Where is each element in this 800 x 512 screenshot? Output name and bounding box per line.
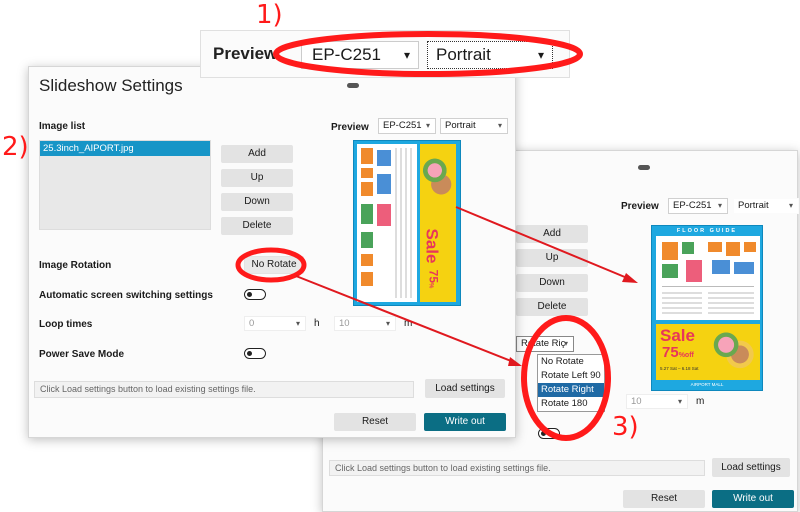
- add-button[interactable]: Add: [516, 225, 588, 243]
- rotation-select-value: Rotate Riç: [521, 338, 566, 349]
- rotation-option[interactable]: Rotate Left 90: [538, 369, 604, 383]
- orientation-select[interactable]: Portrait ▾: [733, 198, 799, 214]
- rotation-option[interactable]: Rotate 180: [538, 397, 604, 411]
- chevron-down-icon: ▾: [497, 121, 502, 130]
- window-title: Slideshow Settings: [39, 76, 183, 95]
- poster-map: [656, 236, 760, 320]
- device-select[interactable]: EP-C251 ▾: [378, 118, 436, 134]
- chevron-down-icon: ▾: [403, 48, 410, 62]
- chevron-down-icon: ▾: [717, 201, 722, 210]
- chevron-down-icon: ▾: [537, 48, 544, 62]
- slideshow-window: Slideshow Settings Image list 25.3inch_A…: [28, 66, 516, 438]
- write-out-button[interactable]: Write out: [424, 413, 506, 431]
- down-button[interactable]: Down: [516, 274, 588, 292]
- down-button[interactable]: Down: [221, 193, 293, 211]
- up-button[interactable]: Up: [221, 169, 293, 187]
- chevron-down-icon: ▾: [788, 201, 793, 210]
- chevron-down-icon: ▾: [295, 319, 300, 328]
- loop-minutes-select[interactable]: 10 ▾: [626, 394, 688, 409]
- poster-sale-panel: Sale 75%: [420, 144, 456, 302]
- poster-footer: AIRPORT MALL: [690, 382, 724, 387]
- preview-label: Preview: [331, 122, 369, 133]
- flower-photo: [710, 328, 756, 376]
- rotation-option-selected[interactable]: Rotate Right 90: [538, 383, 604, 409]
- power-save-toggle[interactable]: [244, 348, 266, 359]
- sale-dates: 5.27 Sat – 6.18 Sat: [660, 366, 699, 371]
- minutes-unit: m: [404, 318, 413, 329]
- load-settings-button[interactable]: Load settings: [712, 458, 790, 477]
- orientation-select[interactable]: Portrait ▾: [427, 41, 553, 69]
- zoom-callout: Preview EP-C251 ▾ Portrait ▾: [200, 30, 570, 78]
- chevron-down-icon: ▾: [385, 319, 390, 328]
- flower-photo: [422, 148, 454, 204]
- drag-handle[interactable]: [347, 83, 359, 88]
- settings-hint: Click Load settings button to load exist…: [329, 460, 705, 476]
- add-button[interactable]: Add: [221, 145, 293, 163]
- loop-minutes-select[interactable]: 10 ▾: [334, 316, 396, 331]
- rotation-dropdown-list: No Rotate Rotate Left 90 Rotate Right 90…: [537, 354, 605, 412]
- chevron-down-icon: ▾: [425, 121, 430, 130]
- list-item[interactable]: 25.3inch_AIPORT.jpg: [40, 141, 210, 156]
- power-save-toggle[interactable]: [538, 428, 560, 439]
- loop-hours-value: 0: [249, 318, 255, 329]
- sale-percent: 75%off: [662, 344, 694, 361]
- hours-unit: h: [314, 318, 320, 329]
- loop-minutes-value: 10: [631, 396, 642, 407]
- device-select[interactable]: EP-C251 ▾: [301, 41, 419, 69]
- rotation-option[interactable]: No Rotate: [538, 355, 604, 369]
- settings-hint: Click Load settings button to load exist…: [34, 381, 414, 398]
- image-list[interactable]: 25.3inch_AIPORT.jpg: [39, 140, 211, 230]
- callout-label-2: 2): [2, 132, 29, 162]
- preview-image-portrait: FLOOR GUIDE Sale 75%off 5.27 Sat – 6.18 …: [651, 225, 763, 391]
- chevron-down-icon: ▾: [563, 339, 568, 348]
- orientation-value: Portrait: [738, 200, 769, 211]
- device-select[interactable]: EP-C251 ▾: [668, 198, 728, 214]
- stage: Preview EP-C251 ▾ Portrait ▾ Add Up Down D…: [0, 0, 800, 512]
- write-out-button[interactable]: Write out: [712, 490, 794, 508]
- sale-word: Sale: [660, 326, 695, 345]
- poster-header: FLOOR GUIDE: [676, 228, 738, 234]
- device-value: EP-C251: [383, 120, 422, 131]
- callout-label-1: 1): [256, 0, 283, 30]
- image-rotation-label: Image Rotation: [39, 260, 112, 271]
- power-save-label: Power Save Mode: [39, 349, 125, 360]
- sale-percent: 75%: [426, 269, 441, 289]
- poster-sale-panel: Sale 75%off 5.27 Sat – 6.18 Sat: [656, 324, 760, 380]
- image-list-label: Image list: [39, 121, 86, 132]
- up-button[interactable]: Up: [516, 249, 588, 267]
- delete-button[interactable]: Delete: [516, 298, 588, 316]
- drag-handle[interactable]: [638, 165, 650, 170]
- chevron-down-icon: ▾: [677, 397, 682, 406]
- loop-hours-select[interactable]: 0 ▾: [244, 316, 306, 331]
- poster-left-panel: [357, 144, 417, 302]
- rotation-select[interactable]: Rotate Riç ▾: [516, 336, 574, 352]
- loop-minutes-value: 10: [339, 318, 350, 329]
- sale-word: Sale: [422, 228, 442, 264]
- preview-label: Preview: [213, 44, 278, 63]
- device-value: EP-C251: [312, 45, 381, 64]
- loop-times-label: Loop times: [39, 319, 93, 330]
- delete-button[interactable]: Delete: [221, 217, 293, 235]
- load-settings-button[interactable]: Load settings: [425, 379, 505, 398]
- minutes-unit: m: [696, 396, 705, 407]
- callout-label-3: 3): [612, 412, 639, 442]
- rotation-select[interactable]: No Rotate: [244, 256, 304, 274]
- auto-switch-label: Automatic screen switching settings: [39, 290, 213, 301]
- reset-button[interactable]: Reset: [334, 413, 416, 431]
- reset-button[interactable]: Reset: [623, 490, 705, 508]
- orientation-value: Portrait: [436, 45, 491, 64]
- orientation-value: Portrait: [445, 120, 476, 131]
- preview-image: Sale 75%: [353, 140, 461, 306]
- device-value: EP-C251: [673, 200, 712, 211]
- orientation-select[interactable]: Portrait ▾: [440, 118, 508, 134]
- auto-switch-toggle[interactable]: [244, 289, 266, 300]
- preview-label: Preview: [621, 201, 659, 212]
